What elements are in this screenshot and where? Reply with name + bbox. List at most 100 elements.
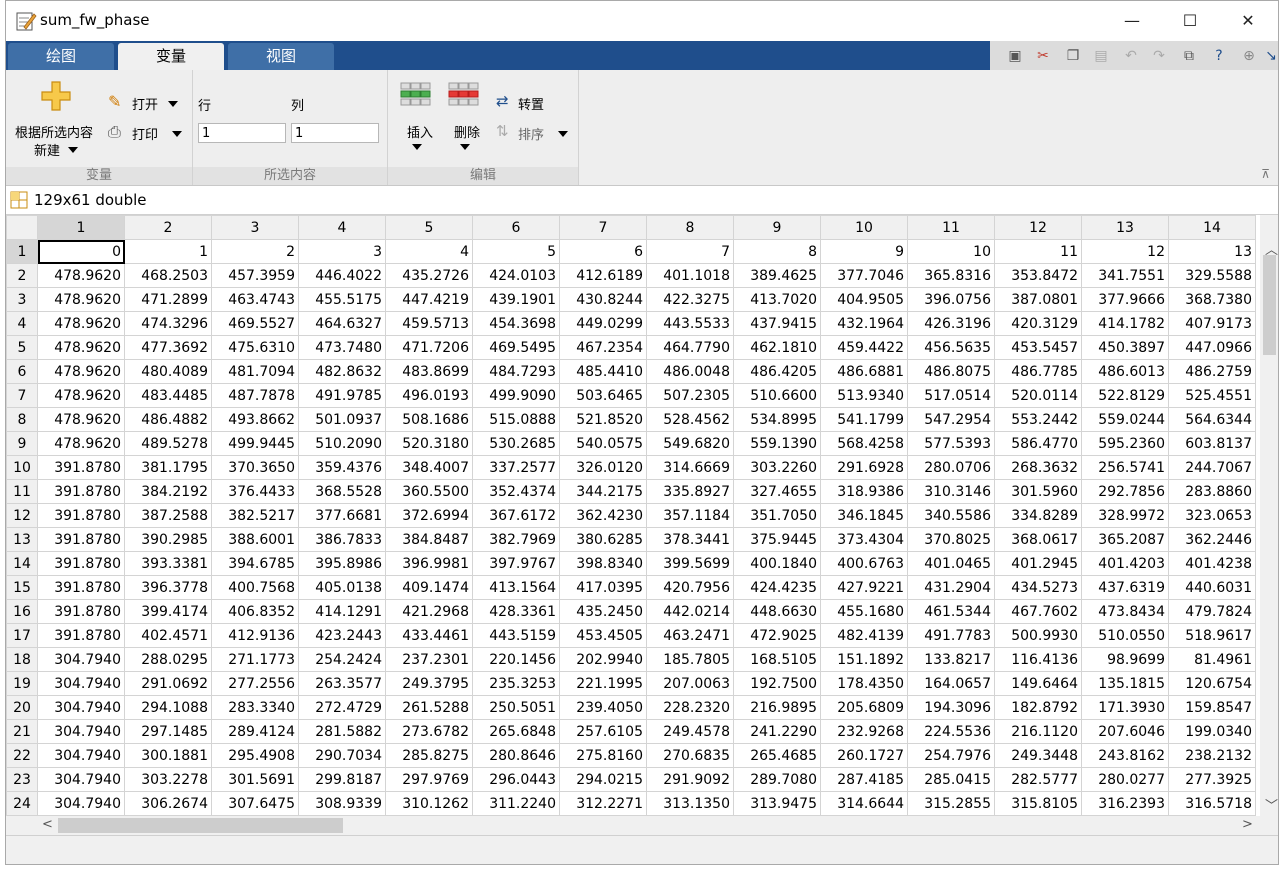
table-cell[interactable]: 510.2090 xyxy=(298,431,386,456)
table-cell[interactable]: 455.1680 xyxy=(820,599,908,624)
table-cell[interactable]: 489.5278 xyxy=(124,431,212,456)
table-cell[interactable]: 244.7067 xyxy=(1168,455,1256,480)
table-cell[interactable]: 315.8105 xyxy=(994,791,1082,816)
table-cell[interactable]: 478.9620 xyxy=(37,431,125,456)
table-cell[interactable]: 391.8780 xyxy=(37,551,125,576)
variable-size-label[interactable]: 129x61 double xyxy=(34,191,147,209)
table-cell[interactable]: 313.1350 xyxy=(646,791,734,816)
table-cell[interactable]: 207.0063 xyxy=(646,671,734,696)
table-cell[interactable]: 377.6681 xyxy=(298,503,386,528)
table-cell[interactable]: 351.7050 xyxy=(733,503,821,528)
column-header[interactable]: 5 xyxy=(385,215,473,240)
table-cell[interactable]: 540.0575 xyxy=(559,431,647,456)
scroll-down-icon[interactable]: ﹀ xyxy=(1265,795,1278,814)
table-cell[interactable]: 9 xyxy=(820,239,908,264)
table-cell[interactable]: 185.7805 xyxy=(646,647,734,672)
table-cell[interactable]: 547.2954 xyxy=(907,407,995,432)
table-cell[interactable]: 300.1881 xyxy=(124,743,212,768)
table-cell[interactable]: 168.5105 xyxy=(733,647,821,672)
table-cell[interactable]: 359.4376 xyxy=(298,455,386,480)
col-input[interactable]: 1 xyxy=(291,123,379,143)
table-cell[interactable]: 491.7783 xyxy=(907,623,995,648)
column-header[interactable]: 8 xyxy=(646,215,734,240)
table-cell[interactable]: 273.6782 xyxy=(385,719,473,744)
column-header[interactable]: 1 xyxy=(37,215,125,240)
table-cell[interactable]: 243.8162 xyxy=(1081,743,1169,768)
table-cell[interactable]: 352.4374 xyxy=(472,479,560,504)
table-cell[interactable]: 414.1291 xyxy=(298,599,386,624)
table-cell[interactable]: 384.2192 xyxy=(124,479,212,504)
table-cell[interactable]: 486.8075 xyxy=(907,359,995,384)
table-cell[interactable]: 291.9092 xyxy=(646,767,734,792)
table-cell[interactable]: 294.1088 xyxy=(124,695,212,720)
row-header[interactable]: 22 xyxy=(6,743,38,768)
table-cell[interactable]: 8 xyxy=(733,239,821,264)
table-cell[interactable]: 459.4422 xyxy=(820,335,908,360)
table-cell[interactable]: 482.4139 xyxy=(820,623,908,648)
horizontal-scroll-thumb[interactable] xyxy=(58,818,343,833)
table-cell[interactable]: 249.3795 xyxy=(385,671,473,696)
table-cell[interactable]: 304.7940 xyxy=(37,671,125,696)
table-cell[interactable]: 281.5882 xyxy=(298,719,386,744)
table-cell[interactable]: 202.9940 xyxy=(559,647,647,672)
table-cell[interactable]: 499.9445 xyxy=(211,431,299,456)
table-cell[interactable]: 378.3441 xyxy=(646,527,734,552)
corner-cell[interactable] xyxy=(6,215,38,240)
table-cell[interactable]: 287.4185 xyxy=(820,767,908,792)
table-cell[interactable]: 463.4743 xyxy=(211,287,299,312)
table-cell[interactable]: 577.5393 xyxy=(907,431,995,456)
table-cell[interactable]: 420.3129 xyxy=(994,311,1082,336)
table-cell[interactable]: 437.6319 xyxy=(1081,575,1169,600)
table-cell[interactable]: 116.4136 xyxy=(994,647,1082,672)
table-cell[interactable]: 224.5536 xyxy=(907,719,995,744)
table-cell[interactable]: 412.9136 xyxy=(211,623,299,648)
table-cell[interactable]: 477.3692 xyxy=(124,335,212,360)
table-cell[interactable]: 357.1184 xyxy=(646,503,734,528)
table-cell[interactable]: 412.6189 xyxy=(559,263,647,288)
table-cell[interactable]: 5 xyxy=(472,239,560,264)
table-cell[interactable]: 463.2471 xyxy=(646,623,734,648)
table-cell[interactable]: 228.2320 xyxy=(646,695,734,720)
table-cell[interactable]: 2 xyxy=(211,239,299,264)
table-cell[interactable]: 304.7940 xyxy=(37,767,125,792)
table-cell[interactable]: 232.9268 xyxy=(820,719,908,744)
table-cell[interactable]: 323.0653 xyxy=(1168,503,1256,528)
tab-variable[interactable]: 变量 xyxy=(118,43,224,70)
table-cell[interactable]: 586.4770 xyxy=(994,431,1082,456)
table-cell[interactable]: 299.8187 xyxy=(298,767,386,792)
row-header[interactable]: 12 xyxy=(6,503,38,528)
table-cell[interactable]: 433.4461 xyxy=(385,623,473,648)
table-cell[interactable]: 199.0340 xyxy=(1168,719,1256,744)
table-cell[interactable]: 370.8025 xyxy=(907,527,995,552)
table-cell[interactable]: 553.2442 xyxy=(994,407,1082,432)
table-cell[interactable]: 480.4089 xyxy=(124,359,212,384)
table-cell[interactable]: 151.1892 xyxy=(820,647,908,672)
table-cell[interactable]: 486.4205 xyxy=(733,359,821,384)
table-cell[interactable]: 238.2132 xyxy=(1168,743,1256,768)
table-cell[interactable]: 510.6600 xyxy=(733,383,821,408)
table-cell[interactable]: 263.3577 xyxy=(298,671,386,696)
row-header[interactable]: 15 xyxy=(6,575,38,600)
table-cell[interactable]: 337.2577 xyxy=(472,455,560,480)
table-cell[interactable]: 503.6465 xyxy=(559,383,647,408)
column-header[interactable]: 14 xyxy=(1168,215,1256,240)
table-cell[interactable]: 375.9445 xyxy=(733,527,821,552)
table-cell[interactable]: 303.2278 xyxy=(124,767,212,792)
column-header[interactable]: 4 xyxy=(298,215,386,240)
table-cell[interactable]: 313.9475 xyxy=(733,791,821,816)
table-cell[interactable]: 559.1390 xyxy=(733,431,821,456)
table-cell[interactable]: 265.6848 xyxy=(472,719,560,744)
table-cell[interactable]: 1 xyxy=(124,239,212,264)
table-cell[interactable]: 268.3632 xyxy=(994,455,1082,480)
table-cell[interactable]: 314.6644 xyxy=(820,791,908,816)
table-cell[interactable]: 334.8289 xyxy=(994,503,1082,528)
table-cell[interactable]: 370.3650 xyxy=(211,455,299,480)
horizontal-scrollbar[interactable]: < > xyxy=(6,816,1260,835)
table-cell[interactable]: 401.1018 xyxy=(646,263,734,288)
table-cell[interactable]: 285.8275 xyxy=(385,743,473,768)
table-cell[interactable]: 499.9090 xyxy=(472,383,560,408)
table-cell[interactable]: 328.9972 xyxy=(1081,503,1169,528)
table-cell[interactable]: 390.2985 xyxy=(124,527,212,552)
table-cell[interactable]: 249.3448 xyxy=(994,743,1082,768)
table-cell[interactable]: 518.9617 xyxy=(1168,623,1256,648)
